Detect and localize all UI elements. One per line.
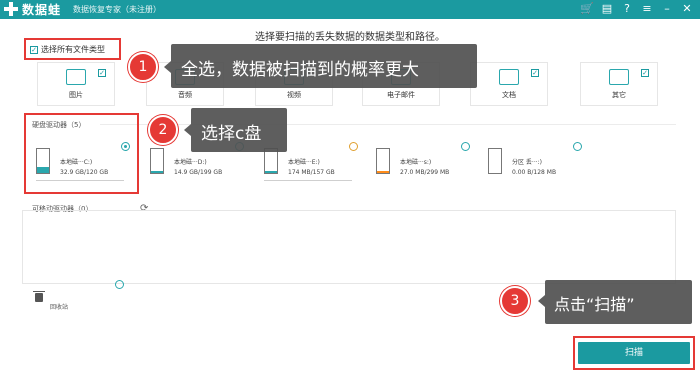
recycle-bin-item[interactable]: 回收站 bbox=[30, 280, 130, 320]
drive-radio[interactable] bbox=[121, 142, 130, 151]
file-type-other[interactable]: ✓ 其它 bbox=[580, 62, 658, 106]
drive-size: 0.00 B/128 MB bbox=[512, 169, 557, 176]
close-icon[interactable]: ✕ bbox=[680, 2, 694, 16]
menu-icon[interactable]: ≡ bbox=[640, 2, 654, 16]
callout-arrow bbox=[164, 61, 171, 73]
file-type-label: 音频 bbox=[178, 91, 192, 99]
select-all-label: 选择所有文件类型 bbox=[41, 45, 105, 54]
title-bar: 数据蛙 数据恢复专家（未注册） 🛒 ▤ ? ≡ – ✕ bbox=[0, 0, 700, 19]
document-icon bbox=[499, 69, 519, 85]
removable-drives-area bbox=[22, 210, 676, 284]
file-type-label: 图片 bbox=[69, 91, 83, 99]
help-icon[interactable]: ? bbox=[620, 2, 634, 16]
drive-radio[interactable] bbox=[573, 142, 582, 151]
drive-underline bbox=[36, 180, 124, 181]
drive-name: 本地磁···s:) bbox=[400, 159, 432, 166]
app-window: 数据蛙 数据恢复专家（未注册） 🛒 ▤ ? ≡ – ✕ 选择要扫描的丢失数据的数… bbox=[0, 0, 700, 372]
file-type-documents[interactable]: ✓ 文档 bbox=[470, 62, 548, 106]
app-subtitle: 数据恢复专家（未注册） bbox=[73, 5, 161, 14]
image-icon bbox=[66, 69, 86, 85]
app-name: 数据蛙 bbox=[22, 3, 62, 17]
select-all-checkbox[interactable]: ✓ 选择所有文件类型 bbox=[30, 44, 105, 55]
drive-name: 本地磁···E:) bbox=[288, 159, 320, 166]
drive-name: 本地磁···C:) bbox=[60, 159, 93, 166]
checkbox-icon: ✓ bbox=[30, 45, 38, 54]
step-2-badge: 2 bbox=[148, 115, 178, 145]
drive-item-lost-partition[interactable]: 分区 丢···:) 0.00 B/128 MB bbox=[482, 140, 586, 192]
drive-item-c[interactable]: 本地磁···C:) 32.9 GB/120 GB bbox=[30, 140, 134, 192]
callout-arrow bbox=[184, 124, 191, 136]
recycle-bin-label: 回收站 bbox=[50, 304, 69, 311]
file-type-label: 视频 bbox=[287, 91, 301, 99]
drive-icon bbox=[150, 148, 164, 174]
drive-size: 27.0 MB/299 MB bbox=[400, 169, 450, 176]
other-icon bbox=[609, 69, 629, 85]
checkbox-icon: ✓ bbox=[98, 69, 106, 77]
callout-3: 点击“扫描” bbox=[545, 280, 692, 324]
drive-size: 174 MB/157 GB bbox=[288, 169, 335, 176]
callout-3-text: 点击“扫描” bbox=[554, 295, 635, 314]
drive-icon bbox=[36, 148, 50, 174]
checkbox-icon: ✓ bbox=[531, 69, 539, 77]
drive-radio[interactable] bbox=[349, 142, 358, 151]
file-type-images[interactable]: ✓ 图片 bbox=[37, 62, 115, 106]
drive-icon bbox=[488, 148, 502, 174]
file-type-label: 其它 bbox=[612, 91, 626, 99]
drive-size: 14.9 GB/199 GB bbox=[174, 169, 223, 176]
drive-underline bbox=[264, 180, 352, 181]
file-type-label: 电子邮件 bbox=[387, 91, 415, 99]
callout-2-text: 选择c盘 bbox=[201, 124, 262, 144]
drive-radio[interactable] bbox=[461, 142, 470, 151]
callout-1: 全选，数据被扫描到的概率更大 bbox=[171, 44, 477, 88]
callout-2: 选择c盘 bbox=[191, 108, 287, 152]
logo-icon bbox=[4, 2, 18, 16]
gift-icon[interactable]: ▤ bbox=[600, 2, 614, 16]
drive-size: 32.9 GB/120 GB bbox=[60, 169, 109, 176]
drive-item-s[interactable]: 本地磁···s:) 27.0 MB/299 MB bbox=[370, 140, 474, 192]
window-controls: 🛒 ▤ ? ≡ – ✕ bbox=[580, 2, 694, 16]
drive-name: 本地磁···D:) bbox=[174, 159, 207, 166]
callout-arrow bbox=[538, 295, 545, 307]
trash-icon bbox=[33, 291, 45, 302]
checkbox-icon: ✓ bbox=[641, 69, 649, 77]
minimize-icon[interactable]: – bbox=[660, 2, 674, 16]
step-1-badge: 1 bbox=[128, 52, 158, 82]
cart-icon[interactable]: 🛒 bbox=[580, 2, 594, 16]
recycle-bin-radio[interactable] bbox=[115, 280, 124, 289]
step-3-badge: 3 bbox=[500, 286, 530, 316]
file-type-label: 文档 bbox=[502, 91, 516, 99]
drive-icon bbox=[376, 148, 390, 174]
scan-button[interactable]: 扫描 bbox=[578, 342, 690, 364]
drive-name: 分区 丢···:) bbox=[512, 159, 542, 166]
callout-1-text: 全选，数据被扫描到的概率更大 bbox=[181, 60, 419, 80]
